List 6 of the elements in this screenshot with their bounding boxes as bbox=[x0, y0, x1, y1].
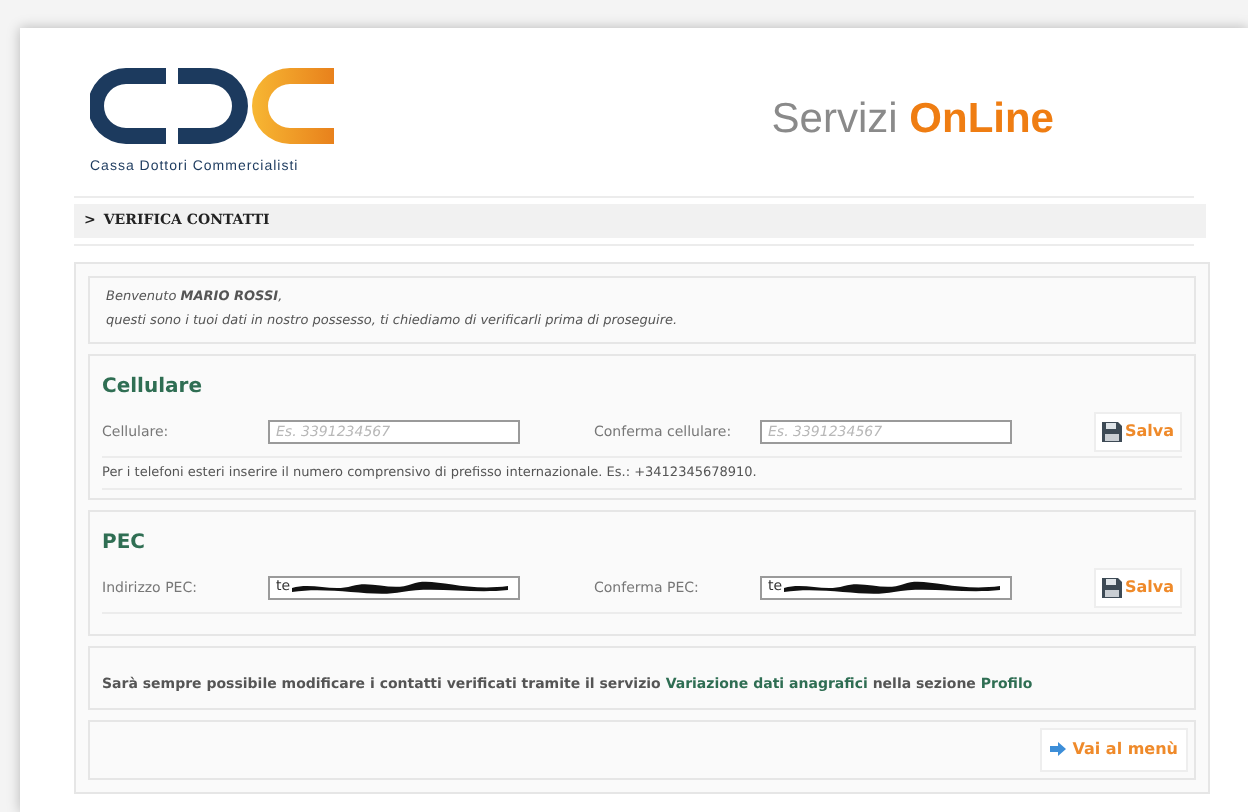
site-title: Servizi OnLine bbox=[771, 98, 1054, 140]
save-button[interactable]: Salva bbox=[1094, 567, 1182, 608]
save-button[interactable]: Salva bbox=[1094, 412, 1182, 452]
menu-button[interactable]: Vai al menù bbox=[1040, 727, 1188, 772]
arrow-right-icon bbox=[1050, 742, 1067, 757]
section-title: Cellulare bbox=[102, 378, 208, 398]
